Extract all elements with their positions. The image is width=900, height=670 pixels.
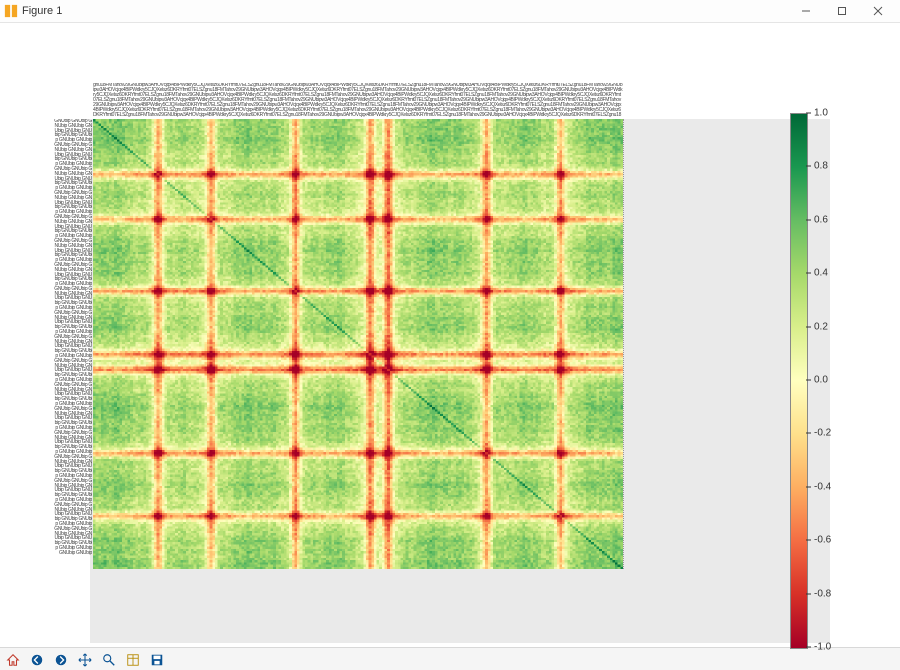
- pan-button[interactable]: [74, 649, 96, 670]
- x-axis-ticklabels: gnu18FMTahov29GNUbipw3AHOVcjqx4BIPWdkry5…: [93, 83, 623, 117]
- colorbar-tick: -0.2: [814, 428, 850, 439]
- back-button[interactable]: [26, 649, 48, 670]
- minimize-button[interactable]: [788, 0, 824, 22]
- forward-button[interactable]: [50, 649, 72, 670]
- home-button[interactable]: [2, 649, 24, 670]
- colorbar-tick: 0.2: [814, 321, 850, 332]
- app-icon: [4, 4, 18, 18]
- colorbar-tick: 0.0: [814, 375, 850, 386]
- zoom-button[interactable]: [98, 649, 120, 670]
- colorbar: [790, 113, 808, 649]
- window-titlebar: Figure 1: [0, 0, 900, 23]
- matplotlib-toolbar: [0, 647, 900, 670]
- colorbar-tick: -1.0: [814, 642, 850, 653]
- heatmap: [93, 119, 624, 569]
- maximize-button[interactable]: [824, 0, 860, 22]
- save-button[interactable]: [146, 649, 168, 670]
- window-title: Figure 1: [22, 5, 62, 17]
- figure-canvas[interactable]: gnu18FMTahov29GNUbipw3AHOVcjqx4BIPWdkry5…: [0, 23, 900, 647]
- colorbar-tick: -0.4: [814, 481, 850, 492]
- colorbar-tick: 0.6: [814, 214, 850, 225]
- colorbar-tick: 1.0: [814, 108, 850, 119]
- colorbar-tick: -0.8: [814, 588, 850, 599]
- colorbar-ticks: 1.00.80.60.40.20.0-0.2-0.4-0.6-0.8-1.0: [814, 113, 850, 647]
- colorbar-tick: 0.8: [814, 161, 850, 172]
- configure-subplots-button[interactable]: [122, 649, 144, 670]
- colorbar-tick: -0.6: [814, 535, 850, 546]
- close-button[interactable]: [860, 0, 896, 22]
- y-axis-ticklabels: GNUbip GNUbip GNUbip GNUbip GNUbip GNUbi…: [54, 119, 92, 569]
- colorbar-tick: 0.4: [814, 268, 850, 279]
